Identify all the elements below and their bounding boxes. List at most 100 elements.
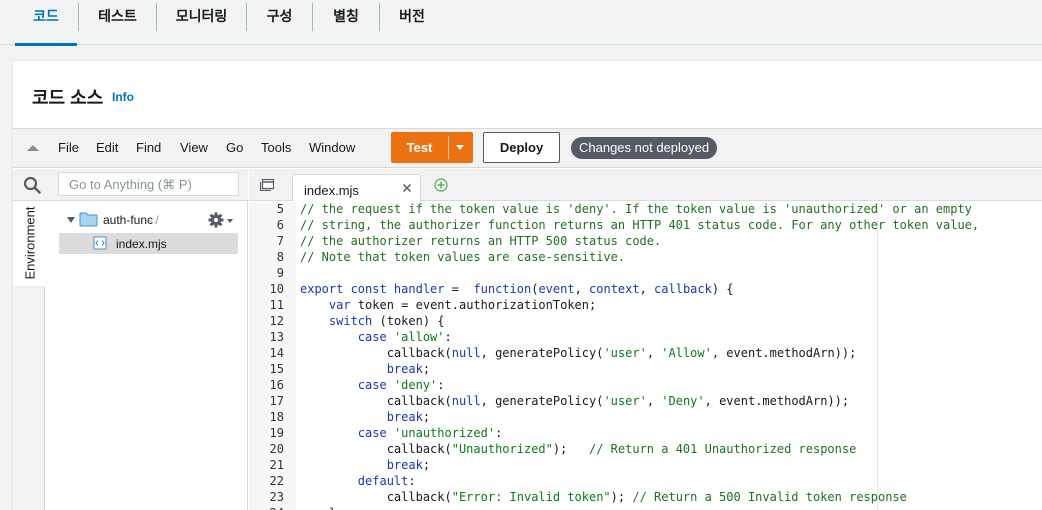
code-text: break; bbox=[300, 409, 430, 425]
code-line[interactable]: 21 break; bbox=[249, 457, 1042, 473]
editor-tab-label: index.mjs bbox=[304, 183, 359, 198]
menu-edit[interactable]: Edit bbox=[96, 140, 118, 155]
collapse-menu-icon[interactable] bbox=[27, 145, 39, 151]
code-text: // Note that token values are case-sensi… bbox=[300, 249, 625, 265]
editor-tab-index-mjs[interactable]: index.mjs bbox=[292, 174, 421, 202]
test-button-divider bbox=[448, 136, 449, 159]
test-dropdown-icon[interactable] bbox=[456, 145, 464, 150]
file-search-bar bbox=[13, 169, 248, 201]
code-text: export const handler = function(event, c… bbox=[300, 281, 734, 297]
code-token: "Error: Invalid token" bbox=[451, 490, 611, 504]
code-token: , generatePolicy( bbox=[480, 346, 604, 360]
code-line[interactable]: 9 bbox=[249, 265, 1042, 281]
deploy-button[interactable]: Deploy bbox=[483, 132, 560, 163]
code-token: ; bbox=[422, 458, 431, 472]
search-icon[interactable] bbox=[23, 176, 41, 194]
folder-path: - / bbox=[148, 213, 159, 227]
line-number: 19 bbox=[269, 426, 284, 440]
code-token: case bbox=[357, 378, 387, 392]
code-token: 'deny' bbox=[393, 378, 438, 392]
menu-window[interactable]: Window bbox=[309, 140, 355, 155]
code-token: // the request if the token value is 'de… bbox=[300, 202, 972, 216]
tabs-menu-icon[interactable] bbox=[260, 179, 274, 191]
gear-dropdown-icon[interactable] bbox=[227, 219, 233, 223]
code-token: 'user' bbox=[603, 394, 647, 408]
code-line[interactable]: 24 } bbox=[249, 505, 1042, 510]
menu-file[interactable]: File bbox=[58, 140, 79, 155]
code-line[interactable]: 18 break; bbox=[249, 409, 1042, 425]
code-text: switch (token) { bbox=[300, 313, 445, 329]
tab-test[interactable]: 테스트 bbox=[79, 0, 156, 45]
code-line[interactable]: 15 break; bbox=[249, 361, 1042, 377]
tab-versions[interactable]: 버전 bbox=[380, 0, 444, 45]
code-line[interactable]: 22 default: bbox=[249, 473, 1042, 489]
code-token: : bbox=[437, 378, 445, 392]
code-text: // string, the authorizer function retur… bbox=[300, 217, 979, 233]
line-number: 10 bbox=[269, 282, 284, 296]
line-number: 8 bbox=[276, 250, 284, 264]
code-token: context bbox=[589, 282, 640, 296]
tree-file-selected[interactable]: index.mjs bbox=[59, 233, 238, 254]
expand-arrow-icon[interactable] bbox=[67, 217, 75, 223]
tab-configuration[interactable]: 구성 bbox=[247, 0, 312, 45]
code-line[interactable]: 12 switch (token) { bbox=[249, 313, 1042, 329]
code-text: } bbox=[300, 505, 336, 510]
code-line[interactable]: 5 // the request if the token value is 'd… bbox=[249, 202, 1042, 217]
status-badge: Changes not deployed bbox=[571, 137, 718, 159]
code-text: case 'allow': bbox=[300, 329, 452, 345]
code-line[interactable]: 11 var token = event.authorizationToken; bbox=[249, 297, 1042, 313]
menu-go[interactable]: Go bbox=[226, 140, 243, 155]
code-line[interactable]: 6 // string, the authorizer function retu… bbox=[249, 217, 1042, 233]
code-text: case 'deny': bbox=[300, 377, 445, 393]
test-button[interactable]: Test bbox=[391, 132, 473, 163]
tab-environment[interactable]: Environment bbox=[13, 201, 45, 286]
code-text: // the authorizer returns an HTTP 500 st… bbox=[300, 233, 661, 249]
menu-view[interactable]: View bbox=[180, 140, 208, 155]
gear-icon[interactable] bbox=[208, 212, 224, 228]
menu-find[interactable]: Find bbox=[136, 140, 161, 155]
code-line[interactable]: 7 // the authorizer returns an HTTP 500 s… bbox=[249, 233, 1042, 249]
menu-tools[interactable]: Tools bbox=[261, 140, 291, 155]
close-icon[interactable] bbox=[402, 183, 412, 193]
info-link[interactable]: Info bbox=[112, 90, 134, 104]
code-line[interactable]: 20 callback("Unauthorized"); // Return a… bbox=[249, 441, 1042, 457]
code-line[interactable]: 14 callback(null, generatePolicy('user',… bbox=[249, 345, 1042, 361]
code-token: // string, the authorizer function retur… bbox=[300, 218, 980, 232]
code-line[interactable]: 13 case 'allow': bbox=[249, 329, 1042, 345]
code-line[interactable]: 16 case 'deny': bbox=[249, 377, 1042, 393]
js-file-icon bbox=[93, 236, 107, 250]
code-editor[interactable]: 5 // the request if the token value is 'd… bbox=[249, 202, 1042, 510]
code-line[interactable]: 10 export const handler = function(event,… bbox=[249, 281, 1042, 297]
tree-folder[interactable]: auth-func - / bbox=[46, 209, 248, 231]
line-number: 21 bbox=[269, 458, 284, 472]
code-text: var token = event.authorizationToken; bbox=[300, 297, 596, 313]
code-token: token = event.authorizationToken; bbox=[350, 298, 597, 312]
code-token: break bbox=[386, 458, 423, 472]
code-token: : bbox=[444, 330, 452, 344]
code-line[interactable]: 8 // Note that token values are case-sens… bbox=[249, 249, 1042, 265]
go-to-anything-input[interactable] bbox=[58, 172, 239, 196]
code-line[interactable]: 23 callback("Error: Invalid token"); // … bbox=[249, 489, 1042, 505]
code-token: // the authorizer returns an HTTP 500 st… bbox=[300, 234, 662, 248]
tab-code[interactable]: 코드 bbox=[15, 0, 77, 46]
line-number: 12 bbox=[269, 314, 284, 328]
line-number: 16 bbox=[269, 378, 284, 392]
code-token: , generatePolicy( bbox=[480, 394, 604, 408]
code-token: // Return a 500 Invalid token response bbox=[632, 490, 907, 504]
tab-monitoring[interactable]: 모니터링 bbox=[157, 0, 246, 45]
code-token: "Unauthorized" bbox=[451, 442, 553, 456]
file-tree: auth-func - / index.mjs bbox=[46, 201, 248, 510]
tab-aliases[interactable]: 별칭 bbox=[313, 0, 379, 45]
code-line[interactable]: 19 case 'unauthorized': bbox=[249, 425, 1042, 441]
folder-icon bbox=[79, 212, 98, 227]
line-number: 22 bbox=[269, 474, 284, 488]
add-tab-icon[interactable] bbox=[434, 178, 448, 192]
code-token: , bbox=[574, 282, 590, 296]
code-line[interactable]: 17 callback(null, generatePolicy('user',… bbox=[249, 393, 1042, 409]
environment-strip: Environment bbox=[13, 201, 45, 510]
code-token: handler bbox=[393, 282, 445, 296]
